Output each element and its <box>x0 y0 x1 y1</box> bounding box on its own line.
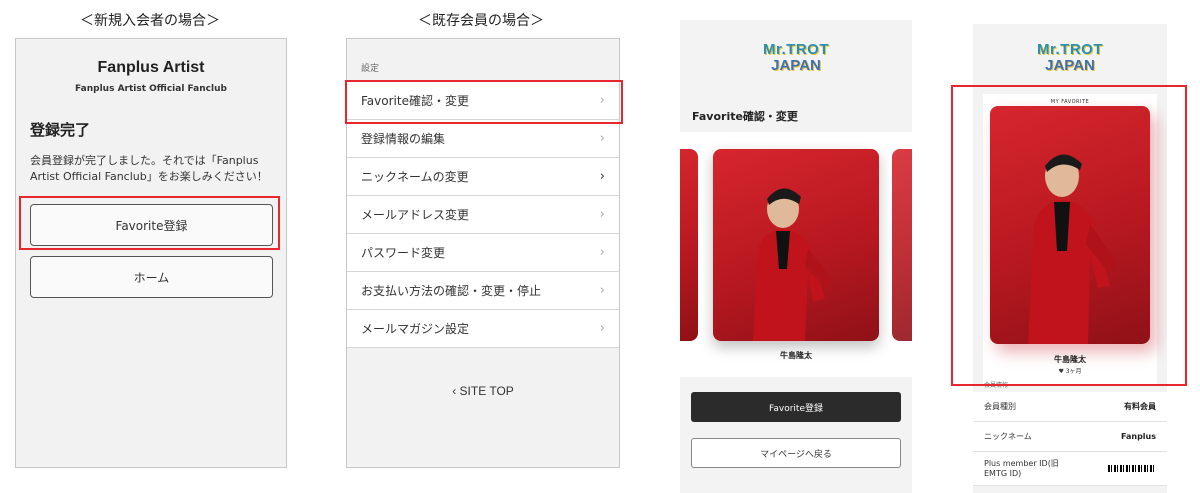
menu-item-payment[interactable]: お支払い方法の確認・変更・停止 › <box>347 272 619 310</box>
chevron-right-icon: › <box>599 283 605 298</box>
member-id-redacted <box>1108 465 1156 472</box>
menu-item-label: ニックネームの変更 <box>361 170 469 184</box>
chevron-right-icon: › <box>599 321 605 336</box>
menu-item-label: お支払い方法の確認・変更・停止 <box>361 284 542 298</box>
menu-item-email[interactable]: メールアドレス変更 › <box>347 196 619 234</box>
back-to-mypage-button[interactable]: マイページへ戻る <box>691 438 901 468</box>
favorite-card: MY FAVORITE <box>983 94 1157 384</box>
member-info-heading: 会員情報 <box>984 382 1009 389</box>
chevron-right-icon: › <box>599 93 605 108</box>
table-row: Plus member ID(旧EMTG ID) <box>973 452 1167 486</box>
menu-item-label: パスワード変更 <box>361 246 446 260</box>
artist-card-photo <box>990 106 1150 344</box>
artist-name: 牛島隆太 <box>1054 355 1086 364</box>
artist-card-photo[interactable] <box>713 149 879 341</box>
row-label: 会員種別 <box>984 402 1016 411</box>
home-button[interactable]: ホーム <box>30 256 273 298</box>
registration-complete-screen: Fanplus Artist Fanplus Artist Official F… <box>15 38 287 468</box>
page-title: Favorite確認・変更 <box>692 110 798 123</box>
chevron-right-icon: › <box>599 131 605 146</box>
settings-list: Favorite確認・変更 › 登録情報の編集 › ニックネームの変更 › メールアド… <box>347 81 619 348</box>
menu-item-favorite[interactable]: Favorite確認・変更 › <box>347 82 619 120</box>
menu-item-password[interactable]: パスワード変更 › <box>347 234 619 272</box>
menu-item-label: 登録情報の編集 <box>361 132 446 146</box>
my-favorite-screen: Mr.TROT JAPAN MY FAVORITE 牛島隆太 ♥ 3ヶ月 会員情… <box>973 24 1167 493</box>
favorite-select-screen: Mr.TROT JAPAN Favorite確認・変更 牛島隆太 Favorit… <box>680 20 912 493</box>
chevron-right-icon: › <box>599 245 605 260</box>
app-subtitle: Fanplus Artist Official Fanclub <box>75 84 227 94</box>
caption-new-member: ＜新規入会者の場合＞ <box>80 13 220 29</box>
favorite-register-button[interactable]: Favorite登録 <box>30 204 273 246</box>
menu-item-label: Favorite確認・変更 <box>361 94 469 108</box>
table-row: ニックネーム Fanplus <box>973 422 1167 452</box>
site-top-link[interactable]: ‹ SITE TOP <box>347 384 619 398</box>
settings-section-label: 設定 <box>361 64 380 74</box>
mrtrot-japan-logo: Mr.TROT JAPAN <box>1037 41 1103 74</box>
next-artist-card[interactable] <box>892 149 912 341</box>
caption-existing-member: ＜既存会員の場合＞ <box>418 13 544 29</box>
artist-silhouette-icon <box>753 188 833 341</box>
row-label: ニックネーム <box>984 432 1032 441</box>
row-value: Fanplus <box>1120 432 1156 441</box>
mrtrot-japan-logo: Mr.TROT JAPAN <box>763 41 829 74</box>
table-row: 会員種別 有料会員 <box>973 392 1167 422</box>
row-value: 有料会員 <box>1124 402 1156 411</box>
site-top-label: SITE TOP <box>459 384 514 398</box>
row-label: Plus member ID(旧EMTG ID) <box>984 458 1059 478</box>
menu-item-label: メールマガジン設定 <box>361 322 470 336</box>
settings-menu-screen: 設定 Favorite確認・変更 › 登録情報の編集 › ニックネームの変更 › メー… <box>346 38 620 468</box>
chevron-left-icon: ‹ <box>452 384 460 398</box>
membership-duration: ♥ 3ヶ月 <box>1058 368 1082 375</box>
member-info-table: 会員種別 有料会員 ニックネーム Fanplus Plus member ID(… <box>973 392 1167 486</box>
chevron-right-icon: › <box>599 207 605 222</box>
artist-silhouette-icon <box>1028 154 1118 344</box>
menu-item-label: メールアドレス変更 <box>361 208 470 222</box>
artist-name: 牛島隆太 <box>780 351 812 360</box>
menu-item-nickname[interactable]: ニックネームの変更 › <box>347 158 619 196</box>
menu-item-newsletter[interactable]: メールマガジン設定 › <box>347 310 619 348</box>
page-title: 登録完了 <box>30 121 91 139</box>
menu-item-edit-profile[interactable]: 登録情報の編集 › <box>347 120 619 158</box>
artist-carousel[interactable] <box>680 132 912 377</box>
completion-message: 会員登録が完了しました。それでは「Fanplus Artist Official… <box>30 154 268 183</box>
chevron-right-icon: › <box>599 169 605 184</box>
card-tag: MY FAVORITE <box>1050 99 1090 105</box>
prev-artist-card[interactable] <box>680 149 698 341</box>
app-title: Fanplus Artist <box>97 59 205 76</box>
favorite-register-button[interactable]: Favorite登録 <box>691 392 901 422</box>
